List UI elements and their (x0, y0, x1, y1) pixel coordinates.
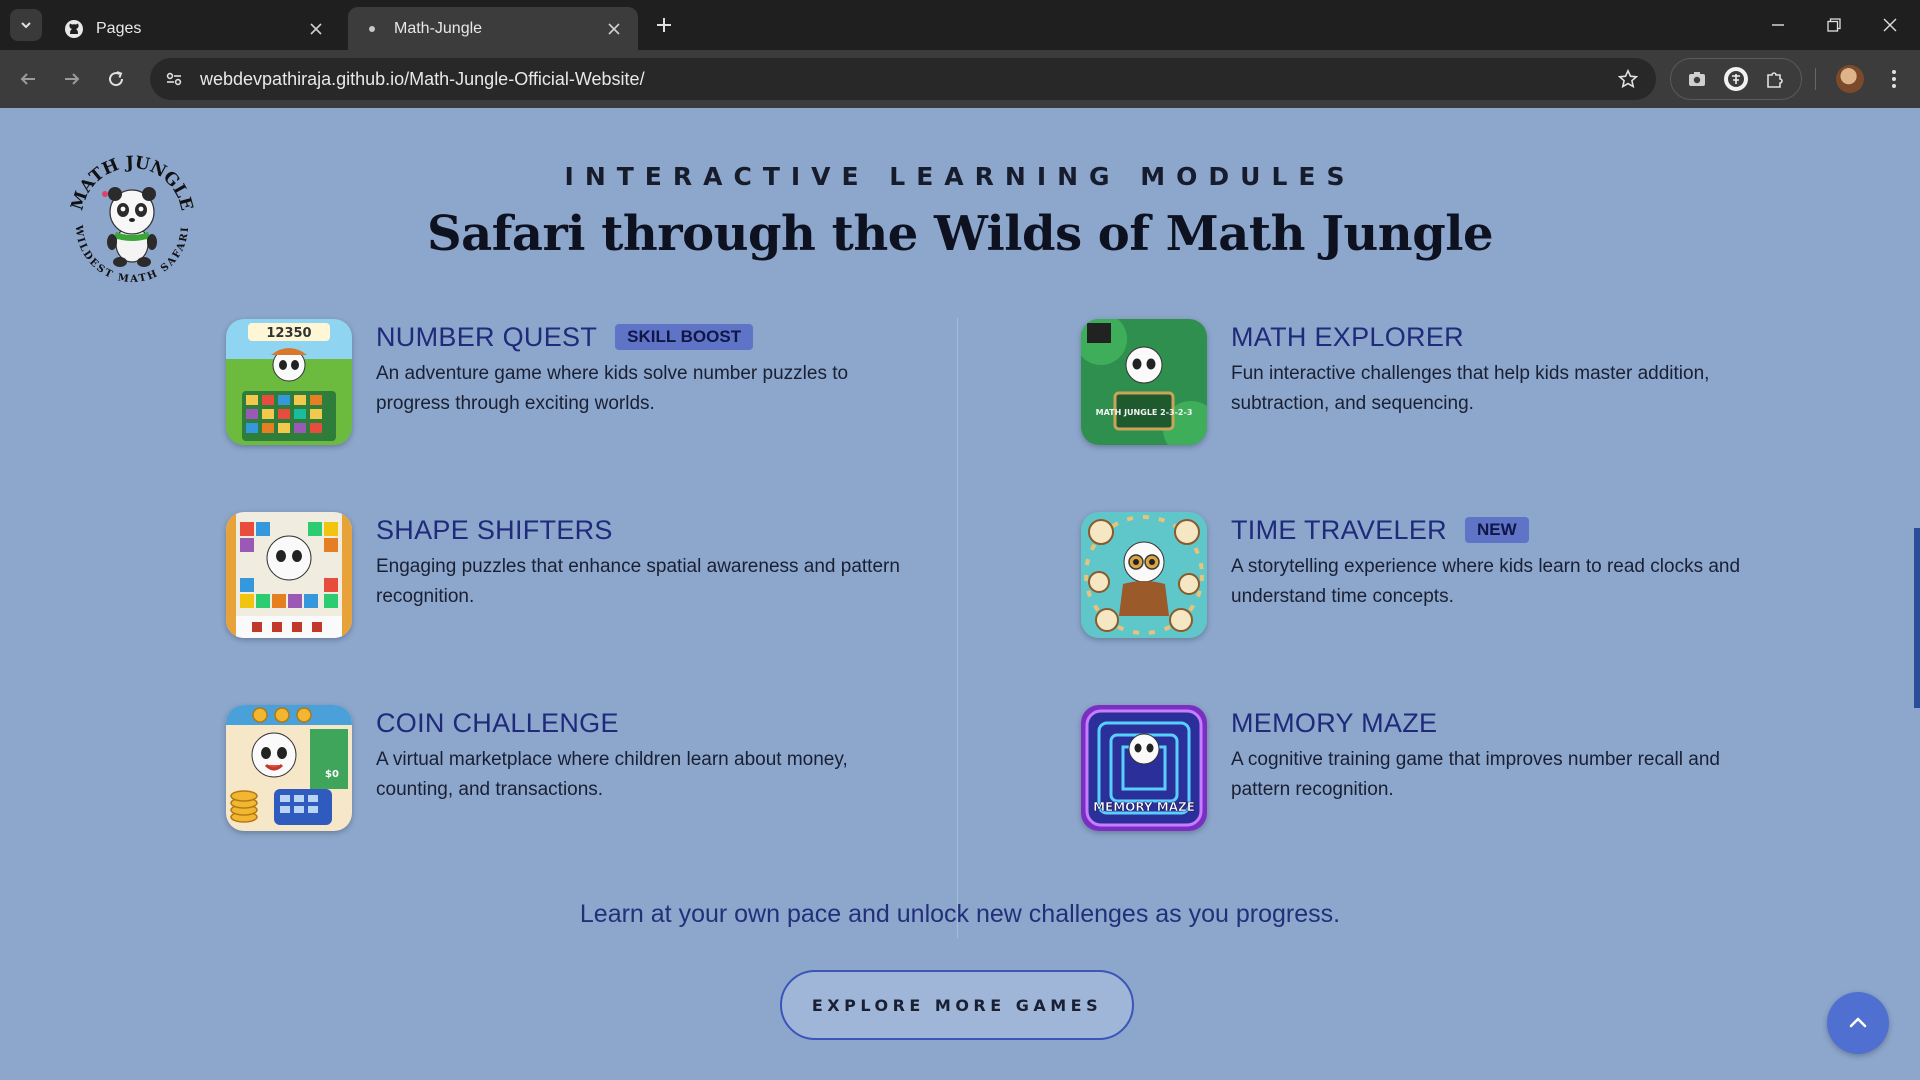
arrow-left-icon (20, 73, 35, 85)
game-card-shape-shifters[interactable]: SHAPE SHIFTERS Engaging puzzles that enh… (226, 512, 926, 642)
puzzle-extensions-icon[interactable] (1759, 63, 1791, 95)
back-button[interactable] (12, 63, 44, 95)
game-card-memory-maze[interactable]: MEMORY MAZE MEMORY MAZE A cognitive trai… (1081, 705, 1781, 835)
tab-search-button[interactable] (10, 9, 42, 41)
plus-icon (657, 18, 671, 32)
browser-menu-button[interactable] (1878, 63, 1910, 95)
time-traveler-thumbnail (1081, 512, 1207, 638)
reload-icon (109, 71, 124, 87)
camera-icon[interactable] (1681, 63, 1713, 95)
game-card-time-traveler[interactable]: TIME TRAVELER NEW A storytelling experie… (1081, 512, 1781, 642)
minimize-icon (1772, 24, 1784, 26)
thumb-price-text: $0 (325, 769, 339, 780)
game-description: A storytelling experience where kids lea… (1231, 556, 1741, 607)
thumb-number-text: 12350 (266, 326, 311, 341)
chevron-up-icon (1849, 1017, 1867, 1028)
game-card-math-explorer[interactable]: MATH JUNGLE 2-3-2-3 MATH EXPLORER Fun in… (1081, 319, 1781, 449)
more-vertical-icon (1892, 70, 1896, 88)
scrollbar-thumb[interactable] (1914, 528, 1920, 708)
close-window-button[interactable] (1862, 0, 1918, 50)
game-description: A cognitive training game that improves … (1231, 749, 1720, 800)
browser-toolbar: webdevpathiraja.github.io/Math-Jungle-Of… (0, 50, 1920, 108)
url-text: webdevpathiraja.github.io/Math-Jungle-Of… (200, 68, 645, 89)
column-divider (957, 318, 958, 938)
game-description: An adventure game where kids solve numbe… (376, 363, 849, 414)
game-description: Engaging puzzles that enhance spatial aw… (376, 556, 900, 607)
coin-challenge-thumbnail: $0 (226, 705, 352, 831)
reload-button[interactable] (100, 63, 132, 95)
tab-math-jungle[interactable]: Math-Jungle (348, 7, 638, 50)
section-headline: Safari through the Wilds of Math Jungle (426, 206, 1494, 262)
math-explorer-thumbnail: MATH JUNGLE 2-3-2-3 (1081, 319, 1207, 445)
close-icon[interactable] (306, 19, 326, 39)
game-title: SHAPE SHIFTERS (376, 514, 613, 545)
game-title: MEMORY MAZE (1231, 707, 1438, 738)
new-badge: NEW (1464, 517, 1529, 543)
game-title: NUMBER QUEST (376, 321, 598, 352)
restore-icon (1827, 18, 1841, 32)
game-card-number-quest[interactable]: 12350 NUMBER QUEST SKILL BOOST An advent… (226, 319, 926, 449)
game-title: TIME TRAVELER (1231, 514, 1447, 545)
extensions-group (1670, 58, 1802, 100)
shape-shifters-thumbnail (226, 512, 352, 638)
section-tagline: Learn at your own pace and unlock new ch… (579, 900, 1341, 928)
github-icon (64, 19, 84, 39)
bookmark-star-icon[interactable] (1608, 58, 1648, 100)
forward-button[interactable] (56, 63, 88, 95)
chevron-down-icon (21, 22, 31, 29)
browser-tab-bar: Pages Math-Jungle (0, 0, 1920, 50)
restore-button[interactable] (1806, 0, 1862, 50)
close-icon (1883, 18, 1897, 32)
page-content: MATH JUNGLE WILDEST MATH SAFARI INTERACT… (0, 108, 1920, 1080)
tab-pages[interactable]: Pages (50, 7, 340, 50)
translate-extension-icon[interactable] (1720, 63, 1752, 95)
thumb-logo-text: MEMORY MAZE (1093, 800, 1195, 814)
thumb-board-text: MATH JUNGLE 2-3-2-3 (1096, 408, 1193, 417)
game-card-coin-challenge[interactable]: $0 COIN CHALLENGE A virtual marketplace … (226, 705, 926, 835)
address-bar[interactable]: webdevpathiraja.github.io/Math-Jungle-Of… (150, 58, 1656, 100)
new-tab-button[interactable] (650, 11, 678, 39)
close-icon[interactable] (604, 19, 624, 39)
game-title: MATH EXPLORER (1231, 321, 1464, 352)
site-info-icon[interactable] (154, 58, 194, 100)
profile-avatar[interactable] (1836, 65, 1864, 93)
number-quest-thumbnail: 12350 (226, 319, 352, 445)
section-eyebrow: INTERACTIVE LEARNING MODULES (564, 162, 1356, 191)
back-to-top-button[interactable] (1827, 992, 1889, 1054)
game-description: A virtual marketplace where children lea… (376, 749, 848, 800)
site-favicon-icon (362, 19, 382, 39)
skill-boost-badge: SKILL BOOST (615, 324, 754, 350)
game-title: COIN CHALLENGE (376, 707, 619, 738)
arrow-right-icon (65, 73, 80, 85)
tab-title: Math-Jungle (394, 19, 483, 37)
explore-more-games-button[interactable]: EXPLORE MORE GAMES (780, 970, 1134, 1040)
tab-title: Pages (96, 19, 142, 37)
game-description: Fun interactive challenges that help kid… (1231, 363, 1710, 414)
memory-maze-thumbnail: MEMORY MAZE (1081, 705, 1207, 831)
minimize-button[interactable] (1750, 0, 1806, 50)
toolbar-separator (1815, 68, 1816, 90)
